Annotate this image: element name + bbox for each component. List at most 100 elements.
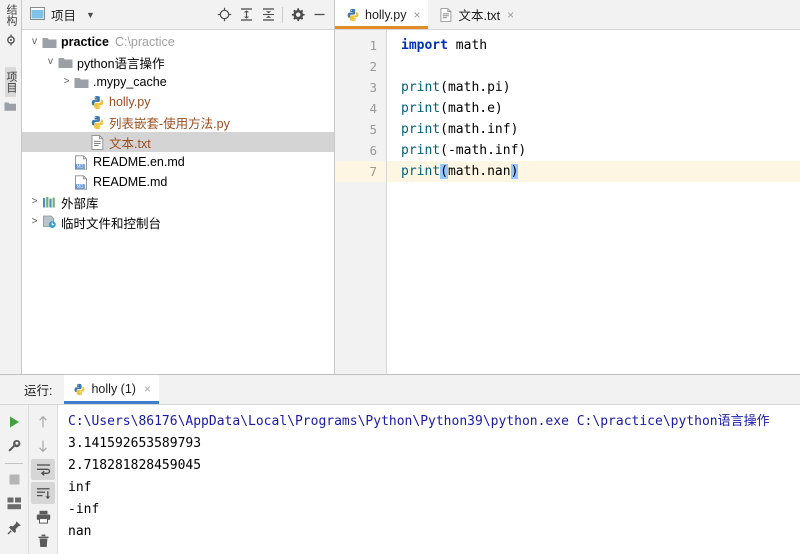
soft-wrap-icon[interactable]	[31, 458, 55, 481]
python-file-icon	[89, 94, 105, 110]
hide-icon[interactable]	[308, 4, 330, 26]
chevron-right-icon[interactable]: >	[28, 217, 41, 227]
line-number: 6	[369, 143, 377, 158]
rerun-button[interactable]	[2, 411, 26, 433]
line-number: 5	[369, 122, 377, 137]
top-area: 结构 项目 项目 ▼ v practice C:\practice v pyth…	[0, 0, 800, 374]
close-icon[interactable]: ×	[413, 9, 420, 21]
tab-label: 文本.txt	[458, 9, 501, 23]
tree-row-holly-py[interactable]: holly.py	[22, 92, 334, 112]
run-tool-window-header: 运行: holly (1) ×	[0, 374, 800, 405]
locate-icon[interactable]	[213, 4, 235, 26]
tree-row-readme-en-md[interactable]: MD README.en.md	[22, 152, 334, 172]
trash-icon[interactable]	[31, 530, 55, 552]
folder-icon[interactable]	[4, 101, 17, 115]
code-token: math.nan	[447, 164, 511, 179]
tree-path-hint: C:\practice	[114, 35, 175, 49]
pin-icon[interactable]	[2, 517, 26, 539]
left-tool-window-strip: 结构 项目	[0, 0, 22, 374]
sidebar-item-project[interactable]: 项目	[5, 67, 17, 97]
code-token: print	[401, 143, 441, 158]
console-line-command: C:\Users\86176\AppData\Local\Programs\Py…	[68, 413, 770, 429]
project-toolbar: 项目 ▼	[22, 0, 334, 30]
tree-label: practice	[61, 35, 109, 49]
editor-tabbar: holly.py × 文本.txt ×	[335, 0, 800, 30]
run-tab-holly[interactable]: holly (1) ×	[64, 374, 160, 404]
close-icon[interactable]: ×	[507, 9, 514, 21]
tree-row-external-libraries[interactable]: > 外部库	[22, 192, 334, 212]
chevron-down-icon[interactable]: v	[28, 37, 41, 47]
layout-icon[interactable]	[2, 493, 26, 515]
tree-label: README.md	[93, 175, 168, 189]
markdown-file-icon: MD	[73, 174, 89, 190]
console-output[interactable]: C:\Users\86176\AppData\Local\Programs\Py…	[58, 404, 800, 554]
project-window-title: 项目	[51, 9, 77, 23]
scratches-icon	[41, 214, 57, 230]
tree-label: .mypy_cache	[93, 75, 167, 89]
tree-label: 文本.txt	[109, 136, 151, 151]
chevron-down-icon[interactable]: v	[44, 57, 57, 67]
editor-gutter[interactable]: 1 2 3 4 5 6 7	[335, 30, 387, 374]
run-left-toolbar	[0, 404, 28, 554]
chevron-right-icon[interactable]: >	[28, 197, 41, 207]
scroll-to-end-icon[interactable]	[31, 482, 55, 505]
toolbar-divider	[5, 462, 23, 464]
tab-holly-py[interactable]: holly.py ×	[335, 0, 429, 29]
editor-body[interactable]: 1 2 3 4 5 6 7 import math print(math.pi)…	[335, 30, 800, 374]
chevron-down-icon[interactable]: ▼	[86, 10, 95, 20]
code-token: (math.e)	[440, 101, 503, 116]
console-line-output: nan	[68, 523, 92, 539]
arrow-down-icon[interactable]	[31, 435, 55, 457]
line-number: 7	[335, 161, 386, 182]
arrow-up-icon[interactable]	[31, 411, 55, 433]
tree-row-readme-md[interactable]: MD README.md	[22, 172, 334, 192]
tree-label: python语言操作	[77, 56, 165, 71]
code-area[interactable]: import math print(math.pi) print(math.e)…	[387, 30, 800, 374]
run-secondary-toolbar	[28, 404, 58, 554]
code-token: print	[401, 164, 441, 179]
ide-window: 结构 项目 项目 ▼ v practice C:\practice v pyth…	[0, 0, 800, 554]
code-line-5: print(math.inf)	[387, 119, 800, 140]
close-icon[interactable]: ×	[144, 382, 151, 396]
console-line-output: 2.718281828459045	[68, 457, 202, 473]
line-number: 1	[369, 38, 377, 53]
wrench-icon[interactable]	[2, 435, 26, 457]
code-token-paren-close: )	[510, 164, 519, 179]
tree-row-mypy-cache[interactable]: > .mypy_cache	[22, 72, 334, 92]
toolbar-divider	[282, 6, 283, 23]
expand-all-icon[interactable]	[235, 4, 257, 26]
tab-text-txt[interactable]: 文本.txt ×	[428, 0, 522, 29]
tree-row-list-nesting-py[interactable]: 列表嵌套-使用方法.py	[22, 112, 334, 132]
project-window-icon	[30, 6, 45, 23]
collapse-all-icon[interactable]	[257, 4, 279, 26]
editor-pane: holly.py × 文本.txt × 1 2 3 4 5 6 7 import…	[335, 0, 800, 374]
code-line-3: print(math.pi)	[387, 77, 800, 98]
tree-row-scratches-consoles[interactable]: > 临时文件和控制台	[22, 212, 334, 232]
console-line-output: 3.141592653589793	[68, 435, 202, 451]
folder-icon	[57, 54, 73, 70]
tree-row-python-folder[interactable]: v python语言操作	[22, 52, 334, 72]
bookmark-icon[interactable]	[5, 34, 17, 49]
folder-icon	[41, 34, 57, 50]
tree-row-practice[interactable]: v practice C:\practice	[22, 32, 334, 52]
printer-icon[interactable]	[31, 506, 55, 528]
line-number: 3	[369, 80, 377, 95]
tree-row-text-txt[interactable]: 文本.txt	[22, 132, 334, 152]
run-tool-window: 运行: holly (1) × C:\Users\86176\AppData\L…	[0, 373, 800, 554]
code-token: (math.inf)	[440, 122, 519, 137]
code-token: (math.pi)	[440, 80, 511, 95]
chevron-right-icon[interactable]: >	[60, 77, 73, 87]
tree-label: 列表嵌套-使用方法.py	[109, 116, 230, 131]
python-file-icon	[345, 7, 360, 22]
code-token: print	[401, 101, 441, 116]
folder-icon	[73, 74, 89, 90]
svg-text:MD: MD	[76, 163, 83, 168]
tree-label: 临时文件和控制台	[61, 216, 162, 231]
code-token: math	[447, 38, 488, 53]
tab-label: holly.py	[365, 7, 407, 22]
project-tree[interactable]: v practice C:\practice v python语言操作 > .m…	[22, 30, 334, 374]
settings-gear-icon[interactable]	[286, 4, 308, 26]
sidebar-item-structure[interactable]: 结构	[5, 0, 17, 30]
stop-button[interactable]	[2, 469, 26, 491]
python-file-icon	[89, 114, 105, 130]
